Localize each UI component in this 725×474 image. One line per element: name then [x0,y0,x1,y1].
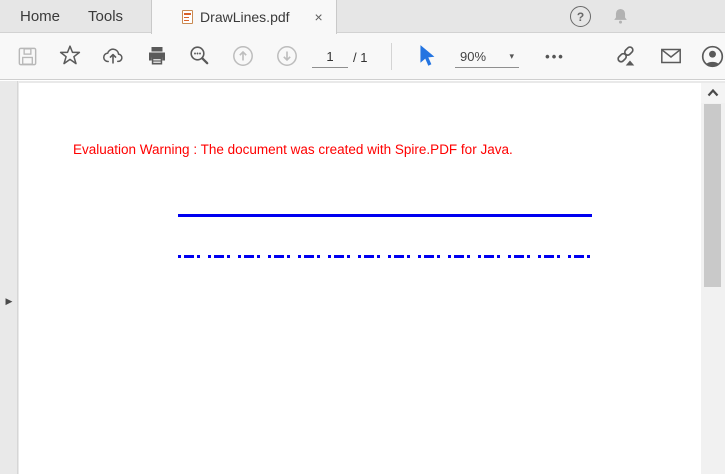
dashed-blue-line [178,255,592,258]
page-number-input[interactable] [312,46,348,68]
evaluation-warning-text: Evaluation Warning : The document was cr… [73,142,513,157]
favorites-button[interactable] [57,43,83,69]
account-icon [701,45,723,67]
solid-blue-line [178,214,592,217]
scroll-up-button[interactable] [701,83,725,103]
help-icon[interactable]: ? [570,6,591,27]
tab-bar: Home Tools DrawLines.pdf × ? [0,0,725,34]
vertical-scrollbar[interactable] [701,83,725,474]
document-tab[interactable]: DrawLines.pdf × [151,0,338,34]
help-glyph: ? [576,9,585,24]
home-label: Home [20,7,61,25]
print-button[interactable] [144,43,170,69]
share-cloud-icon [103,48,123,64]
email-icon [661,48,681,64]
more-tools-button[interactable]: ••• [540,43,570,69]
share-link-icon [616,45,634,65]
select-cursor-icon [420,45,435,66]
save-button[interactable] [14,43,40,69]
account-button[interactable] [699,43,725,69]
panel-expand-icon[interactable]: ▶ [2,293,16,309]
nav-tools[interactable]: Tools [82,0,129,32]
chevron-down-icon: ▾ [509,51,514,61]
nav-home[interactable]: Home [14,0,66,32]
next-page-button[interactable] [274,43,300,69]
zoom-level-dropdown[interactable]: 90% ▾ [455,46,519,68]
select-tool-button[interactable] [414,43,440,69]
pdf-page: Evaluation Warning : The document was cr… [19,83,701,474]
document-viewport: ▶ Evaluation Warning : The document was … [0,81,725,474]
email-button[interactable] [658,43,684,69]
previous-page-button[interactable] [230,43,256,69]
marquee-zoom-button[interactable] [187,43,213,69]
scrollbar-thumb[interactable] [704,104,721,287]
bell-glyph [614,8,627,24]
page-total-label: / 1 [353,50,368,65]
zoom-level-value: 90% [460,49,487,64]
scroll-up-icon [707,89,719,97]
share-link-button[interactable] [612,43,638,69]
toolbar-divider [391,43,392,70]
more-tools-icon: ••• [545,48,565,64]
print-icon [149,47,165,65]
bell-icon[interactable] [610,6,631,27]
marquee-zoom-icon [190,46,209,65]
tab-title: DrawLines.pdf [200,9,290,25]
next-page-icon [277,46,297,66]
tools-label: Tools [88,7,124,25]
share-cloud-button[interactable] [100,43,126,69]
toolbar: / 1 90% ▾ ••• [0,33,725,80]
close-icon[interactable]: × [310,8,328,26]
navigation-pane-strip: ▶ [0,81,18,474]
previous-page-icon [233,46,253,66]
pdf-file-icon [182,10,194,24]
save-icon [18,47,36,65]
star-icon [59,45,81,65]
